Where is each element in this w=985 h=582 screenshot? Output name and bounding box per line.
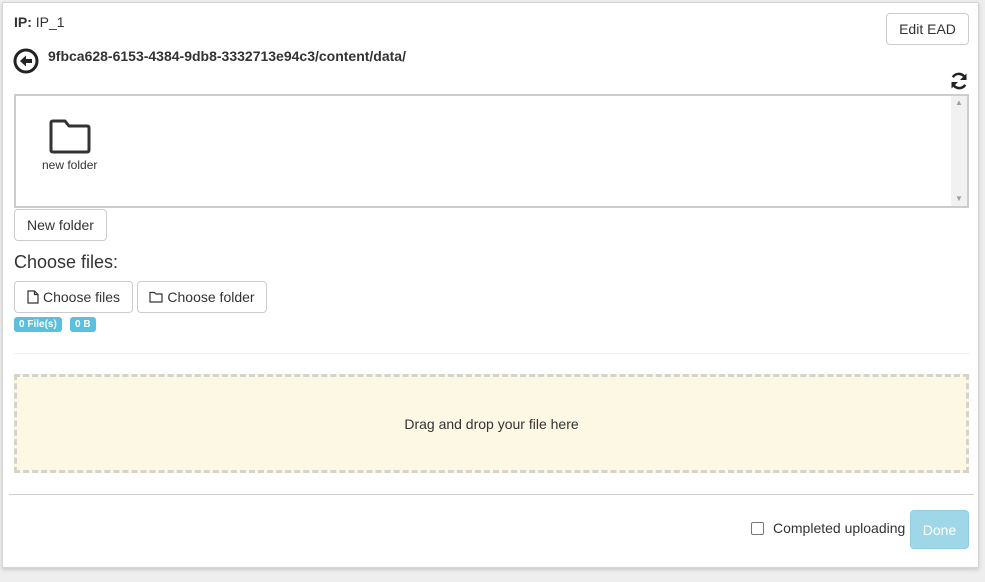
choose-files-button[interactable]: Choose files [14, 281, 133, 313]
completed-uploading-label: Completed uploading [773, 520, 906, 536]
file-count-badge: 0 File(s) [14, 317, 62, 332]
ip-line: IP: IP_1 [14, 14, 65, 30]
folder-outline-icon [149, 291, 164, 303]
folder-icon [49, 119, 91, 154]
scroll-up-icon[interactable]: ▲ [951, 96, 967, 110]
choose-folder-button[interactable]: Choose folder [137, 281, 267, 313]
footer-divider [9, 494, 974, 495]
file-browser: new folder ▲ ▼ [14, 94, 969, 208]
divider [14, 353, 969, 354]
refresh-icon[interactable] [949, 71, 969, 91]
drop-zone-text: Drag and drop your file here [404, 415, 579, 432]
done-button[interactable]: Done [910, 510, 969, 549]
choose-folder-label: Choose folder [167, 289, 255, 305]
file-icon [27, 290, 39, 304]
upload-dialog: IP: IP_1 Edit EAD 9fbca628-6153-4384-9db… [2, 2, 979, 568]
ip-value: IP_1 [35, 14, 65, 30]
ip-label: IP: [14, 14, 32, 30]
back-arrow-icon[interactable] [13, 48, 39, 74]
choose-files-title: Choose files: [14, 252, 119, 272]
drop-zone[interactable]: Drag and drop your file here [14, 374, 969, 473]
folder-item[interactable]: new folder [42, 118, 97, 172]
checkbox-box[interactable] [751, 521, 764, 535]
edit-ead-button[interactable]: Edit EAD [886, 13, 969, 45]
scroll-down-icon[interactable]: ▼ [951, 192, 967, 206]
browser-scrollbar[interactable]: ▲ ▼ [951, 96, 967, 206]
completed-uploading-checkbox[interactable]: Completed uploading [751, 520, 905, 536]
file-size-badge: 0 B [70, 317, 96, 332]
current-path: 9fbca628-6153-4384-9db8-3332713e94c3/con… [48, 48, 406, 64]
choose-files-label: Choose files [42, 289, 121, 305]
folder-item-label: new folder [42, 158, 98, 172]
new-folder-button[interactable]: New folder [14, 209, 107, 241]
